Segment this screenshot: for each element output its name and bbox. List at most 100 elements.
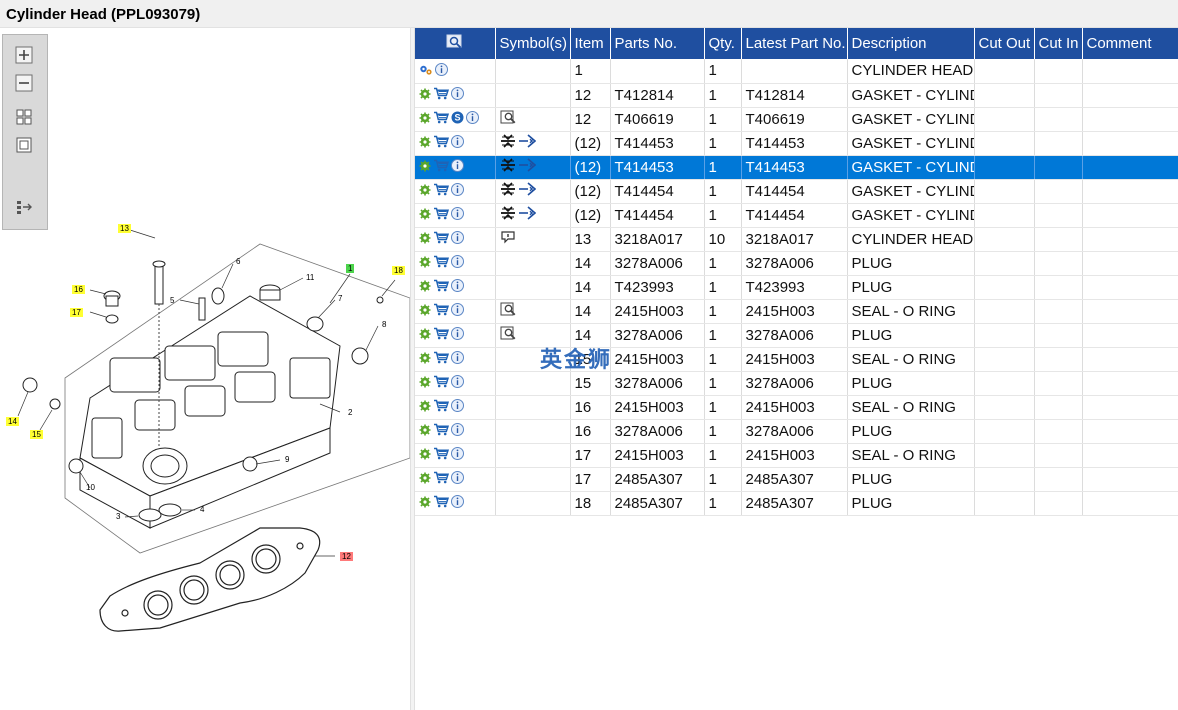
info-icon[interactable] [451, 86, 464, 104]
gear-icon[interactable] [419, 495, 431, 512]
replace-arrow-icon[interactable] [518, 133, 536, 153]
table-row[interactable]: 14 3278A006 1 3278A006 PLUG [415, 251, 1178, 276]
table-row[interactable]: (12)T4144541T414454GASKET - CYLINDE [415, 179, 1178, 204]
info-icon[interactable] [451, 446, 464, 464]
diagram-pane[interactable]: 13 1 18 16 17 14 15 12 6 5 11 7 8 2 9 10… [0, 28, 410, 710]
callout-17[interactable]: 17 [70, 308, 83, 317]
cart-icon[interactable] [433, 135, 450, 152]
info-icon[interactable] [435, 62, 448, 80]
info-icon[interactable] [451, 302, 464, 320]
table-row[interactable]: 16 3278A006 1 3278A006 PLUG [415, 419, 1178, 444]
table-row[interactable]: 18 2485A307 1 2485A307 PLUG [415, 491, 1178, 516]
gear-icon[interactable] [419, 351, 431, 368]
actual-size-button[interactable] [13, 135, 35, 155]
magnify-doc-icon[interactable] [500, 110, 518, 129]
gear-icon[interactable] [419, 135, 431, 152]
info-icon[interactable] [451, 278, 464, 296]
s-badge-icon[interactable]: S [451, 111, 464, 128]
zoom-out-button[interactable] [13, 73, 35, 93]
magnify-doc-icon[interactable] [500, 326, 518, 345]
callout-3[interactable]: 3 [114, 512, 122, 521]
column-header-symbols[interactable]: Symbol(s) [495, 28, 571, 59]
info-icon[interactable] [451, 494, 464, 512]
split-icon[interactable] [500, 133, 516, 153]
gear-icon[interactable] [419, 447, 431, 464]
cart-icon[interactable] [433, 375, 450, 392]
table-row[interactable]: (12)T4144541T414454GASKET - CYLINDE [415, 203, 1178, 228]
table-row[interactable]: 13 3218A017 10 3218A017 CYLINDER HEAD B [415, 227, 1178, 252]
info-icon[interactable] [451, 206, 464, 224]
gear-icon[interactable] [419, 303, 431, 320]
info-icon[interactable] [466, 110, 479, 128]
info-icon[interactable] [451, 470, 464, 488]
callout-18[interactable]: 18 [392, 266, 405, 275]
info-icon[interactable] [451, 374, 464, 392]
table-row[interactable]: 12T4128141T412814GASKET - CYLINDE [415, 83, 1178, 108]
cart-icon[interactable] [433, 231, 450, 248]
cart-icon[interactable] [433, 303, 450, 320]
gear-icon[interactable] [419, 279, 431, 296]
info-icon[interactable] [451, 134, 464, 152]
table-row[interactable]: 15 3278A006 1 3278A006 PLUG [415, 371, 1178, 396]
split-icon[interactable] [500, 181, 516, 201]
table-row[interactable]: (12)T4144531T414453GASKET - CYLINDE [415, 155, 1178, 180]
gear-icon[interactable] [419, 399, 431, 416]
table-row[interactable]: 14 T423993 1 T423993 PLUG [415, 275, 1178, 300]
callout-16[interactable]: 16 [72, 285, 85, 294]
cart-icon[interactable] [433, 471, 450, 488]
table-row[interactable]: 1 1 CYLINDER HEAD A [415, 59, 1178, 84]
column-header-cut-out[interactable]: Cut Out [974, 28, 1035, 59]
gear-icon[interactable] [419, 207, 431, 224]
info-icon[interactable] [451, 422, 464, 440]
gear-icon[interactable] [419, 423, 431, 440]
table-row[interactable]: 14 3278A006 1 3278A006 PLUG [415, 323, 1178, 348]
info-icon[interactable] [451, 350, 464, 368]
info-icon[interactable] [451, 182, 464, 200]
table-row[interactable]: 16 2415H003 1 2415H003 SEAL - O RING [415, 395, 1178, 420]
table-row[interactable]: 17 2485A307 1 2485A307 PLUG [415, 467, 1178, 492]
table-row[interactable]: 15 2415H003 1 2415H003 SEAL - O RING [415, 347, 1178, 372]
cart-icon[interactable] [433, 423, 450, 440]
table-row[interactable]: S12T4066191T406619GASKET - CYLINDE [415, 107, 1178, 132]
speech-bubble-icon[interactable] [500, 229, 516, 249]
replace-arrow-icon[interactable] [518, 181, 536, 201]
column-header-cut-in[interactable]: Cut In [1034, 28, 1083, 59]
cart-icon[interactable] [433, 495, 450, 512]
replace-arrow-icon[interactable] [518, 157, 536, 177]
cart-icon[interactable] [433, 279, 450, 296]
callout-1[interactable]: 1 [346, 264, 355, 273]
column-header-latest-part-no[interactable]: Latest Part No. [741, 28, 848, 59]
callout-12[interactable]: 12 [340, 552, 353, 561]
callout-9[interactable]: 9 [283, 455, 291, 464]
table-row[interactable]: (12)T4144531T414453GASKET - CYLINDE [415, 131, 1178, 156]
gear-icon[interactable] [419, 327, 431, 344]
zoom-in-button[interactable] [13, 45, 35, 65]
callout-8[interactable]: 8 [380, 320, 388, 329]
gear-icon[interactable] [419, 471, 431, 488]
exploded-diagram[interactable] [0, 28, 410, 710]
info-icon[interactable] [451, 230, 464, 248]
callout-7[interactable]: 7 [336, 294, 344, 303]
gear-icon[interactable] [419, 231, 431, 248]
column-header-item[interactable]: Item [570, 28, 611, 59]
gear-icon[interactable] [419, 111, 431, 128]
cart-icon[interactable] [433, 327, 450, 344]
callout-13[interactable]: 13 [118, 224, 131, 233]
callout-11[interactable]: 11 [304, 273, 316, 282]
cart-icon[interactable] [433, 111, 450, 128]
split-icon[interactable] [500, 205, 516, 225]
callout-14[interactable]: 14 [6, 417, 19, 426]
cart-icon[interactable] [433, 351, 450, 368]
cart-icon[interactable] [433, 399, 450, 416]
column-header-description[interactable]: Description [847, 28, 975, 59]
gear-icon[interactable] [419, 255, 431, 272]
info-icon[interactable] [451, 254, 464, 272]
info-icon[interactable] [451, 398, 464, 416]
info-icon[interactable] [451, 158, 464, 176]
magnify-doc-icon[interactable] [500, 302, 518, 321]
column-header-parts-no[interactable]: Parts No. [610, 28, 705, 59]
callout-10[interactable]: 10 [84, 483, 97, 492]
gear-icon[interactable] [419, 87, 431, 104]
gear-icon[interactable] [419, 159, 431, 176]
cart-icon[interactable] [433, 255, 450, 272]
